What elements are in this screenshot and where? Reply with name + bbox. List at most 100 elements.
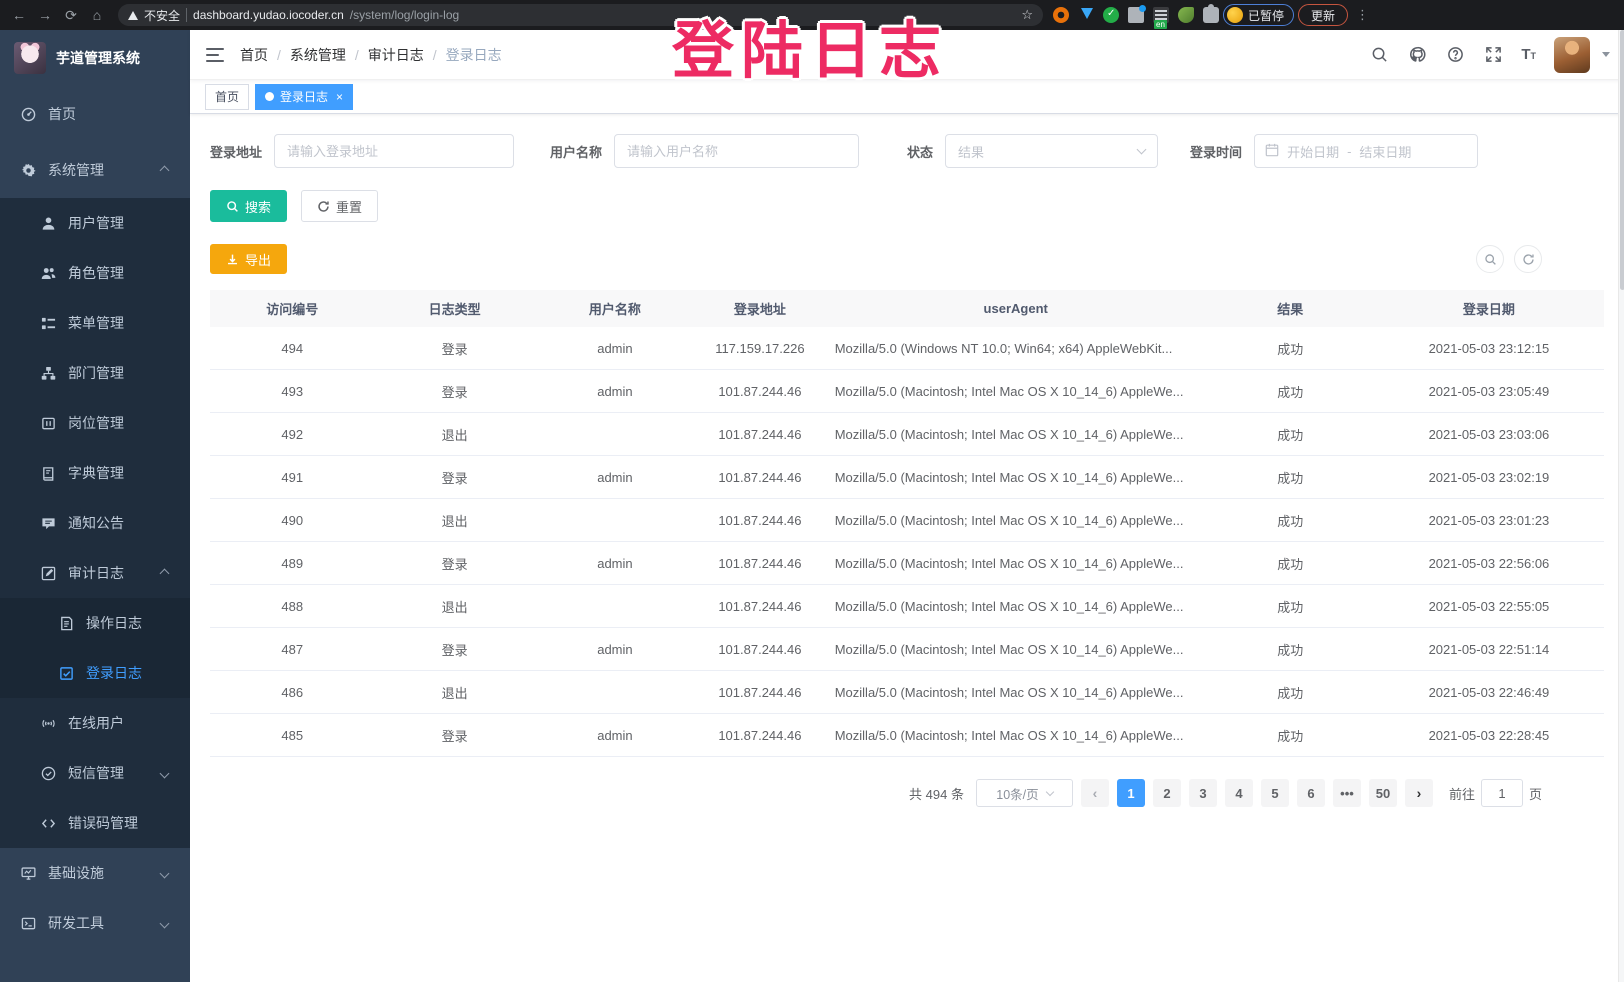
browser-home-icon[interactable]: ⌂	[86, 4, 108, 26]
cell-login-address: 101.87.244.46	[695, 556, 825, 571]
sidebar-item-label: 部门管理	[68, 363, 124, 383]
cell-login-address: 101.87.244.46	[695, 513, 825, 528]
extension-list-en-icon[interactable]	[1153, 7, 1169, 23]
page-button[interactable]: •••	[1333, 779, 1361, 807]
breadcrumb-home[interactable]: 首页	[240, 45, 268, 65]
page-button[interactable]: 2	[1153, 779, 1181, 807]
header-search-icon[interactable]	[1369, 45, 1389, 65]
browser-update-button[interactable]: 更新	[1298, 4, 1348, 26]
avatar-caret-icon[interactable]	[1602, 52, 1610, 57]
page-buttons: 1 2 3 4 5 6 •••	[1117, 779, 1397, 807]
status-select[interactable]: 结果	[945, 134, 1158, 168]
browser-extensions	[1053, 7, 1219, 23]
cell-login-date: 2021-05-03 22:46:49	[1374, 685, 1604, 700]
page-button[interactable]: 50	[1369, 779, 1397, 807]
browser-back-icon[interactable]: ←	[8, 4, 30, 26]
login-time-range-picker[interactable]: 开始日期 - 结束日期	[1254, 134, 1478, 168]
goto-page-input[interactable]	[1481, 779, 1523, 807]
extension-orange-icon[interactable]	[1053, 7, 1069, 23]
page-size-select[interactable]: 10条/页	[976, 779, 1073, 807]
sidebar-item-online-users[interactable]: 在线用户	[0, 698, 190, 748]
extension-blue-icon[interactable]	[1078, 7, 1094, 23]
username-input[interactable]	[614, 134, 859, 168]
cell-log-type: 退出	[374, 425, 534, 444]
sidebar-item-login-log[interactable]: 登录日志	[0, 648, 190, 698]
sidebar: 芋道管理系统 首页 系统管理 用户管理 角色管理	[0, 30, 190, 982]
tag-close-icon[interactable]: ×	[336, 90, 343, 104]
tool-icon	[20, 915, 36, 931]
font-size-icon[interactable]: TT	[1521, 46, 1536, 63]
cell-log-type: 登录	[374, 339, 534, 358]
sidebar-logo-row[interactable]: 芋道管理系统	[0, 30, 190, 86]
extensions-puzzle-icon[interactable]	[1203, 7, 1219, 23]
cell-login-date: 2021-05-03 22:51:14	[1374, 642, 1604, 657]
browser-menu-icon[interactable]: ⋮	[1356, 7, 1369, 23]
column-header-log-type: 日志类型	[374, 299, 534, 318]
page-scrollbar[interactable]	[1618, 30, 1624, 982]
pagination-total: 共 494 条	[909, 784, 964, 803]
scrollbar-thumb[interactable]	[1620, 30, 1624, 290]
prev-page-button[interactable]: ‹	[1081, 779, 1109, 807]
refresh-table-icon-button[interactable]	[1514, 245, 1542, 273]
sidebar-item-operation-log[interactable]: 操作日志	[0, 598, 190, 648]
page-button[interactable]: 1	[1117, 779, 1145, 807]
sidebar-item-system-management[interactable]: 系统管理	[0, 142, 190, 198]
github-icon[interactable]	[1407, 45, 1427, 65]
page-button[interactable]: 5	[1261, 779, 1289, 807]
sidebar-item-dept-management[interactable]: 部门管理	[0, 348, 190, 398]
breadcrumb-system[interactable]: 系统管理	[290, 45, 346, 65]
sidebar-item-audit-log[interactable]: 审计日志	[0, 548, 190, 598]
extension-leaf-icon[interactable]	[1178, 7, 1194, 23]
url-separator	[186, 8, 187, 22]
tag-login-log-active[interactable]: 登录日志 ×	[255, 84, 353, 110]
table-toolbar: 导出	[210, 244, 1604, 274]
reset-button[interactable]: 重置	[301, 190, 378, 222]
export-button[interactable]: 导出	[210, 244, 287, 274]
sidebar-item-menu-management[interactable]: 菜单管理	[0, 298, 190, 348]
bookmark-star-icon[interactable]: ☆	[1021, 7, 1033, 23]
toggle-search-icon-button[interactable]	[1476, 245, 1504, 273]
sidebar-item-infrastructure[interactable]: 基础设施	[0, 848, 190, 898]
sidebar-item-error-code[interactable]: 错误码管理	[0, 798, 190, 848]
next-page-button[interactable]: ›	[1405, 779, 1433, 807]
table-body: 494 登录 admin 117.159.17.226 Mozilla/5.0 …	[210, 327, 1604, 757]
sidebar-toggle-icon[interactable]	[206, 48, 224, 62]
login-address-input[interactable]	[274, 134, 514, 168]
sidebar-item-post-management[interactable]: 岗位管理	[0, 398, 190, 448]
cell-user-agent: Mozilla/5.0 (Macintosh; Intel Mac OS X 1…	[825, 470, 1207, 485]
sidebar-item-sms-management[interactable]: 短信管理	[0, 748, 190, 798]
browser-reload-icon[interactable]: ⟳	[60, 4, 82, 26]
extension-green-icon[interactable]	[1103, 7, 1119, 23]
sidebar-item-home[interactable]: 首页	[0, 86, 190, 142]
sidebar-item-user-management[interactable]: 用户管理	[0, 198, 190, 248]
cell-result: 成功	[1207, 683, 1374, 702]
browser-forward-icon[interactable]: →	[34, 4, 56, 26]
login-address-label: 登录地址	[210, 142, 262, 161]
pagination-goto: 前往 页	[1449, 779, 1542, 807]
cell-login-address: 101.87.244.46	[695, 728, 825, 743]
fullscreen-icon[interactable]	[1483, 45, 1503, 65]
breadcrumb-separator: /	[355, 47, 359, 63]
user-avatar[interactable]	[1554, 37, 1590, 73]
search-button[interactable]: 搜索	[210, 190, 287, 222]
sidebar-item-notice[interactable]: 通知公告	[0, 498, 190, 548]
page-button[interactable]: 6	[1297, 779, 1325, 807]
tag-home[interactable]: 首页	[205, 84, 249, 110]
sidebar-item-dev-tools[interactable]: 研发工具	[0, 898, 190, 948]
sidebar-item-role-management[interactable]: 角色管理	[0, 248, 190, 298]
menu-list-icon	[40, 315, 56, 331]
breadcrumb-audit-log[interactable]: 审计日志	[368, 45, 424, 65]
filter-form: 登录地址 用户名称 状态 结果 登	[210, 134, 1604, 168]
chevron-up-icon	[160, 568, 170, 578]
help-icon[interactable]	[1445, 45, 1465, 65]
sidebar-item-label: 在线用户	[68, 713, 124, 733]
cell-login-date: 2021-05-03 23:03:06	[1374, 427, 1604, 442]
sidebar-item-dict-management[interactable]: 字典管理	[0, 448, 190, 498]
chevron-down-icon	[160, 868, 170, 878]
date-end-placeholder: 结束日期	[1359, 142, 1411, 161]
extension-grid-icon[interactable]	[1128, 7, 1144, 23]
extension-paused-badge[interactable]: 已暂停	[1223, 4, 1294, 26]
page-button[interactable]: 3	[1189, 779, 1217, 807]
page-button[interactable]: 4	[1225, 779, 1253, 807]
operation-log-icon	[58, 615, 74, 631]
